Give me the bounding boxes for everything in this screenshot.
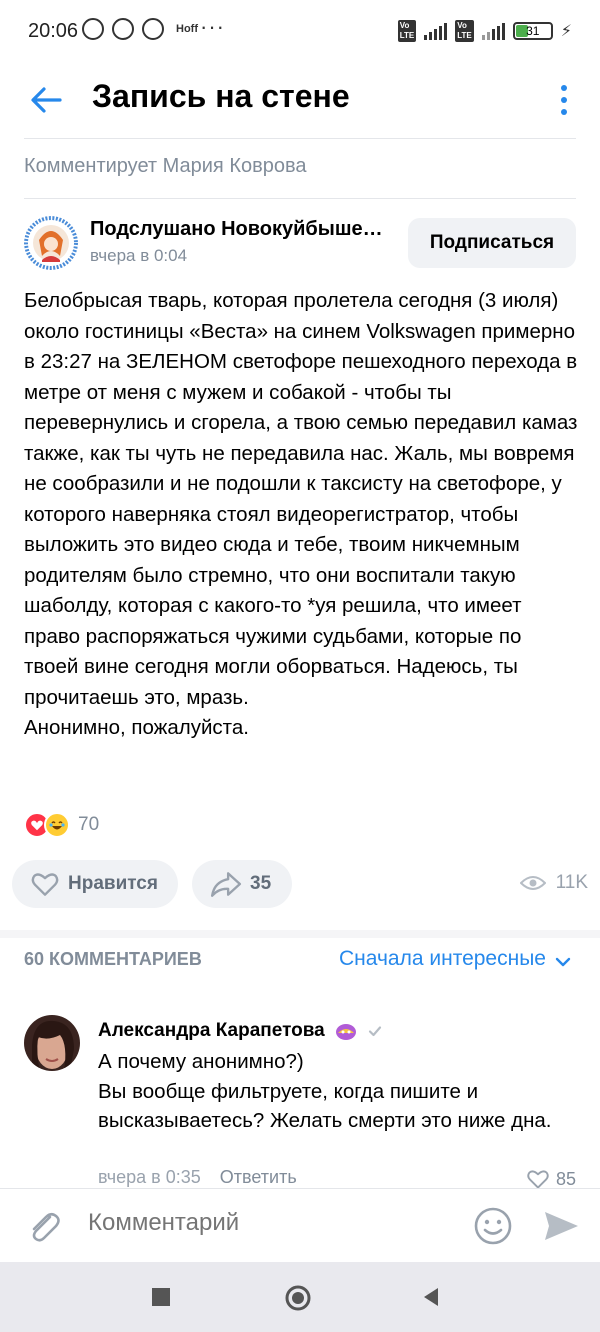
like-button[interactable]: Нравится (12, 860, 178, 908)
section-separator (0, 930, 600, 938)
viber-icon (142, 18, 164, 40)
chevron-down-icon[interactable] (554, 953, 572, 971)
back-triangle-icon[interactable] (420, 1286, 442, 1308)
subscribe-button[interactable]: Подписаться (408, 218, 576, 268)
emoji-icon[interactable] (472, 1205, 514, 1247)
comment-input-bar (0, 1188, 600, 1263)
alarm-icon (82, 18, 104, 40)
comment-time: вчера в 0:35 (98, 1167, 201, 1187)
home-icon[interactable] (284, 1284, 312, 1312)
post-text: Белобрысая тварь, которая пролетела сего… (24, 289, 578, 739)
community-name[interactable]: Подслушано Новокуйбыше… (90, 218, 420, 241)
comment-likes-count: 85 (555, 1168, 576, 1189)
heart-outline-icon (31, 873, 59, 896)
comment-meta: вчера в 0:35 Ответить (98, 1167, 297, 1188)
post-author: Подслушано Новокуйбыше… вчера в 0:04 Под… (24, 216, 576, 272)
battery-icon: 31 (512, 22, 553, 40)
comment-text: А почему анонимно?) Вы вообще фильтруете… (98, 1050, 552, 1132)
post-actions: Нравится 35 11K (12, 860, 588, 910)
commenter-name-text: Александра Карапетова (98, 1020, 325, 1042)
commenter-avatar[interactable] (24, 1015, 80, 1071)
comment-input[interactable] (88, 1209, 448, 1237)
reactions-summary[interactable]: 70 (24, 812, 99, 838)
system-icons: Vo LTE Vo LTE 31 ⚡ (397, 20, 572, 42)
sticker-badge-icon (336, 1024, 357, 1040)
signal-icon (424, 22, 448, 40)
volte-icon: Vo LTE (397, 20, 417, 42)
page-title: Запись на стене (92, 78, 350, 114)
charging-icon: ⚡ (560, 23, 572, 40)
attach-paperclip-icon[interactable] (24, 1207, 64, 1247)
volte-icon-2: Vo LTE (455, 20, 474, 42)
system-navigation-bar (0, 1262, 600, 1332)
app-header: Запись на стене (0, 62, 600, 138)
hoff-icon: Hoff (176, 23, 198, 35)
post-time: вчера в 0:04 (90, 246, 188, 265)
send-icon[interactable] (540, 1205, 582, 1247)
status-bar: 20:06 Hoff ··· Vo LTE Vo LTE 31 ⚡ (0, 0, 600, 62)
commenter-name[interactable]: Александра Карапетова (98, 1019, 383, 1043)
battery-level: 31 (526, 24, 540, 38)
signal-icon-2 (481, 22, 505, 40)
views-count: 11K (555, 872, 588, 893)
comments-header: 60 КОММЕНТАРИЕВ Сначала интересные (24, 947, 576, 977)
more-notifications-icon: ··· (200, 14, 225, 39)
share-icon (210, 872, 242, 897)
header-divider (24, 138, 576, 139)
whatsapp-icon (112, 18, 134, 40)
status-time: 20:06 (28, 20, 79, 42)
checkmark-icon (369, 1026, 382, 1037)
more-options-icon[interactable] (554, 80, 574, 120)
comments-sort-dropdown[interactable]: Сначала интересные (339, 947, 546, 971)
views-counter: 11K (519, 872, 588, 894)
reply-button[interactable]: Ответить (220, 1167, 297, 1187)
comments-count: 60 КОММЕНТАРИЕВ (24, 949, 202, 969)
commenter-line: Комментирует Мария Коврова (24, 155, 307, 177)
share-count: 35 (250, 873, 272, 894)
laugh-reaction-icon (44, 812, 70, 838)
back-arrow-icon[interactable] (26, 80, 66, 120)
like-label: Нравится (68, 873, 158, 894)
eye-icon (519, 876, 546, 890)
share-button[interactable]: 35 (192, 860, 292, 908)
community-avatar[interactable] (24, 216, 78, 270)
commenter-divider (24, 198, 576, 199)
reactions-count: 70 (78, 814, 100, 835)
recent-apps-icon[interactable] (150, 1286, 172, 1308)
notification-icons: Hoff (82, 18, 198, 40)
